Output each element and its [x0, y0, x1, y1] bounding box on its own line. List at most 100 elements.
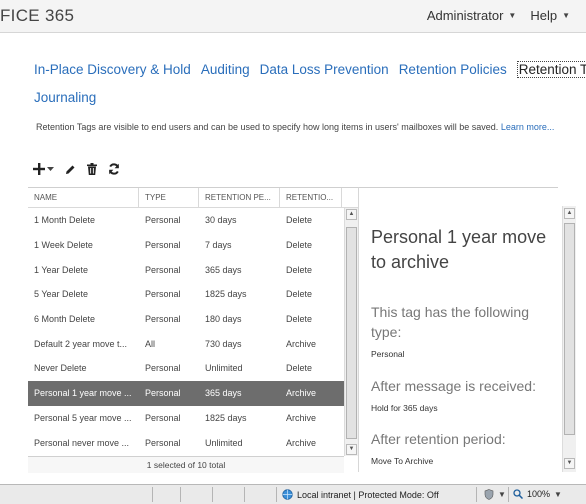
table-header: NAME TYPE RETENTION PE... RETENTIO... — [28, 188, 358, 208]
cell-retention-action: Archive — [286, 338, 317, 349]
table-scrollbar[interactable]: ▲ ▼ — [344, 208, 358, 456]
cell-type: Personal — [145, 412, 181, 423]
column-header-type[interactable]: TYPE — [139, 188, 199, 207]
learn-more-link[interactable]: Learn more... — [501, 122, 555, 132]
toolbar — [33, 163, 120, 175]
table-row[interactable]: 1 Month Delete Personal 30 days Delete — [28, 208, 344, 233]
cell-name: 6 Month Delete — [34, 314, 96, 325]
cell-name: Never Delete — [34, 363, 87, 374]
retention-period-label: After retention period: — [371, 431, 506, 447]
cell-retention-period: 365 days — [205, 264, 242, 275]
cell-name: 5 Year Delete — [34, 289, 89, 300]
table-row[interactable]: Personal 5 year move ... Personal 1825 day… — [28, 406, 344, 431]
cell-retention-action: Delete — [286, 363, 313, 374]
description-text: Retention Tags are visible to end users … — [36, 122, 499, 132]
status-divider — [180, 487, 181, 502]
scroll-up-button[interactable]: ▲ — [564, 208, 575, 219]
cell-name: Personal 5 year move ... — [34, 412, 132, 423]
help-label: Help — [530, 8, 558, 23]
tab-retention-policies[interactable]: Retention Policies — [399, 62, 507, 78]
cell-name: 1 Week Delete — [34, 240, 93, 251]
cell-name: 1 Year Delete — [34, 264, 89, 275]
cell-type: Personal — [145, 388, 181, 399]
table-row[interactable]: 1 Year Delete Personal 365 days Delete — [28, 257, 344, 282]
tab-journaling[interactable]: Journaling — [34, 90, 96, 105]
cell-type: Personal — [145, 240, 181, 251]
security-zone[interactable]: Local intranet | Protected Mode: Off — [282, 489, 439, 500]
table-row[interactable]: Personal 1 year move ... Personal 365 days… — [28, 380, 344, 406]
scroll-down-button[interactable]: ▼ — [346, 444, 357, 455]
tab-retention-tags[interactable]: Retention Tags — [516, 61, 586, 78]
brand-title: FICE 365 — [0, 6, 75, 25]
cell-type: Personal — [145, 437, 181, 448]
cell-retention-period: 1825 days — [205, 412, 247, 423]
protected-mode-button[interactable]: ▼ — [484, 489, 506, 500]
cell-retention-period: Unlimited — [205, 437, 243, 448]
column-header-retention-action[interactable]: RETENTIO... — [280, 188, 342, 207]
administrator-label: Administrator — [426, 8, 504, 23]
table-row[interactable]: 1 Week Delete Personal 7 days Delete — [28, 233, 344, 258]
compliance-nav: In-Place Discovery & Hold Auditing Data … — [34, 61, 586, 78]
edit-button[interactable] — [65, 164, 76, 175]
chevron-down-icon: ▼ — [562, 11, 570, 20]
cell-type: Personal — [145, 289, 181, 300]
cell-retention-period: 30 days — [205, 215, 237, 226]
cell-retention-action: Archive — [286, 388, 317, 399]
table-row[interactable]: Never Delete Personal Unlimited Delete — [28, 356, 344, 381]
table-footer: 1 selected of 10 total — [28, 456, 344, 473]
browser-status-bar: Local intranet | Protected Mode: Off ▼ 1… — [0, 484, 586, 504]
details-title: Personal 1 year move to archive — [371, 227, 547, 272]
type-value: Personal — [371, 349, 405, 359]
chevron-down-icon: ▼ — [498, 490, 506, 499]
cell-retention-action: Delete — [286, 215, 313, 226]
top-menu: Administrator ▼ Help ▼ — [427, 8, 570, 23]
cell-type: Personal — [145, 314, 181, 325]
plus-icon — [33, 163, 45, 175]
help-menu[interactable]: Help ▼ — [530, 8, 570, 23]
column-header-retention-period[interactable]: RETENTION PE... — [199, 188, 280, 207]
cell-name: Personal never move ... — [34, 437, 130, 448]
cell-name: Default 2 year move t... — [34, 338, 128, 349]
column-header-name[interactable]: NAME — [28, 188, 139, 207]
cell-retention-period: 730 days — [205, 338, 242, 349]
status-divider — [508, 487, 509, 502]
cell-retention-action: Delete — [286, 289, 313, 300]
status-divider — [244, 487, 245, 502]
table-row[interactable]: Personal never move ... Personal Unlimited… — [28, 430, 344, 455]
cell-name: 1 Month Delete — [34, 215, 96, 226]
status-divider — [476, 487, 477, 502]
table-row[interactable]: Default 2 year move t... All 730 days Archi… — [28, 331, 344, 356]
app-window: FICE 365 Administrator ▼ Help ▼ In-Place… — [0, 0, 586, 504]
cell-retention-action: Archive — [286, 437, 317, 448]
details-scrollbar[interactable]: ▲ ▼ — [562, 206, 576, 472]
scrollbar-thumb[interactable] — [346, 227, 357, 439]
cell-retention-period: Unlimited — [205, 363, 243, 374]
cell-retention-period: 7 days — [205, 240, 232, 251]
new-button[interactable] — [33, 163, 54, 175]
zoom-control[interactable]: 100% ▼ — [513, 489, 562, 499]
tab-auditing[interactable]: Auditing — [201, 62, 250, 78]
top-bar: FICE 365 Administrator ▼ Help ▼ — [0, 0, 586, 33]
refresh-icon — [109, 163, 119, 175]
tab-in-place-discovery[interactable]: In-Place Discovery & Hold — [34, 62, 191, 78]
pencil-icon — [66, 165, 75, 174]
refresh-button[interactable] — [108, 163, 120, 175]
cell-retention-period: 180 days — [205, 314, 242, 325]
delete-button[interactable] — [87, 163, 97, 175]
scroll-up-button[interactable]: ▲ — [346, 209, 357, 220]
cell-retention-period: 365 days — [205, 388, 242, 399]
zoom-icon — [513, 489, 523, 499]
received-value: Hold for 365 days — [371, 403, 438, 413]
cell-type: Personal — [145, 264, 181, 275]
chevron-down-icon — [47, 167, 54, 171]
scroll-down-button[interactable]: ▼ — [564, 458, 575, 469]
cell-retention-action: Delete — [286, 264, 313, 275]
scrollbar-thumb[interactable] — [564, 223, 575, 435]
tab-data-loss-prevention[interactable]: Data Loss Prevention — [260, 62, 389, 78]
cell-type: Personal — [145, 215, 181, 226]
administrator-menu[interactable]: Administrator ▼ — [427, 8, 517, 23]
trash-icon — [87, 163, 97, 175]
retention-tags-table: NAME TYPE RETENTION PE... RETENTIO... 1 … — [28, 187, 358, 473]
table-row[interactable]: 5 Year Delete Personal 1825 days Delete — [28, 282, 344, 307]
table-row[interactable]: 6 Month Delete Personal 180 days Delete — [28, 307, 344, 332]
